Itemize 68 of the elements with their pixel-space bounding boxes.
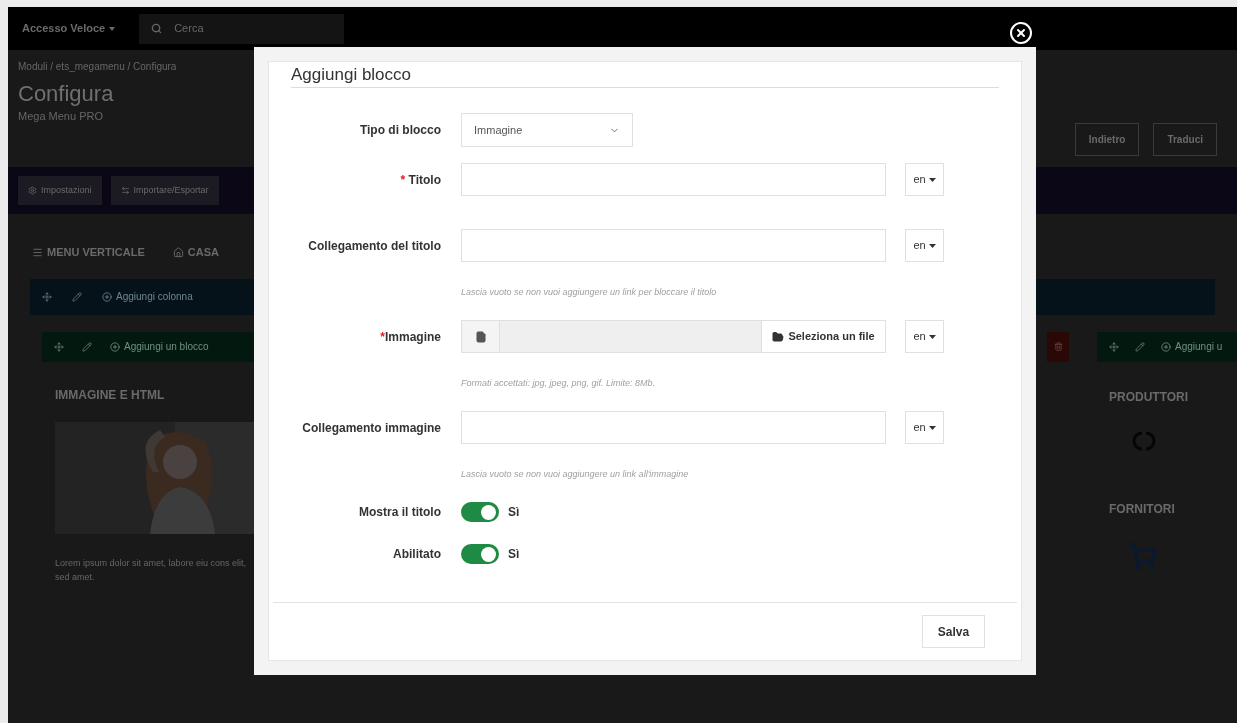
field-hint: Formati accettati: jpg, jpeg, png, gif. Limite: 8Mb.: [461, 378, 656, 388]
caret-icon: [109, 26, 116, 31]
language-dropdown[interactable]: en: [905, 229, 944, 262]
folder-icon: [772, 330, 785, 343]
text-field[interactable]: [461, 229, 886, 262]
language-dropdown[interactable]: en: [905, 411, 944, 444]
caret-icon: [928, 425, 936, 430]
block-title: PRODUTTORI: [1109, 389, 1189, 404]
block-text: Lorem ipsum dolor sit amet, labore eiu cons elit, sed amet.: [55, 556, 248, 584]
select-file-button[interactable]: Seleziona un file: [761, 321, 885, 352]
toolbar-button[interactable]: Importare/Esportar: [110, 176, 219, 205]
field-hint: Lascia vuoto se non vuoi aggiungere un link per bloccare il titolo: [461, 287, 717, 297]
language-dropdown[interactable]: en: [905, 320, 944, 353]
header-button[interactable]: Traduci: [1153, 123, 1217, 156]
quick-access-menu[interactable]: Accesso Veloce: [22, 20, 116, 37]
menu-icon: [32, 246, 43, 258]
cart-icon: [1129, 541, 1157, 570]
move-icon: [42, 291, 52, 302]
caret-icon: [928, 334, 936, 339]
field-label: * Titolo: [400, 172, 441, 187]
page-title: Configura: [18, 80, 115, 108]
field-hint: Lascia vuoto se non vuoi aggiungere un link all'immagine: [461, 469, 689, 479]
search-field[interactable]: Cerca: [139, 13, 345, 44]
page-subtitle: Mega Menu PRO: [18, 109, 104, 124]
modal-title: Aggiungi blocco: [291, 63, 412, 86]
header-button[interactable]: Indietro: [1074, 123, 1140, 156]
move-icon: [54, 341, 64, 352]
search-icon: [151, 23, 163, 34]
toggle-label: Sì: [508, 504, 520, 521]
home-icon: [172, 246, 184, 258]
add-block-button[interactable]: Aggiungi u: [1161, 339, 1223, 354]
field-label: Abilitato: [393, 547, 441, 561]
toolbar-button[interactable]: Impostazioni: [18, 176, 102, 205]
field-label: Tipo di blocco: [359, 123, 441, 137]
field-label: *Immagine: [380, 329, 441, 344]
arrows-icon: [120, 186, 130, 195]
menu-tab[interactable]: MENU VERTICALE: [32, 244, 145, 261]
trash-icon: [1053, 342, 1063, 351]
gear-icon: [28, 186, 37, 195]
add-block-button[interactable]: Aggiungi un blocco: [110, 339, 209, 354]
block-type-select[interactable]: Immagine: [461, 113, 633, 147]
pencil-icon: [82, 341, 92, 352]
text-field[interactable]: [461, 163, 886, 196]
plus-icon: [110, 341, 120, 352]
menu-tab[interactable]: CASA: [172, 244, 219, 261]
file-icon: [474, 330, 487, 343]
save-button[interactable]: Salva: [922, 615, 985, 648]
field-label: Mostra il titolo: [359, 505, 441, 519]
language-dropdown[interactable]: en: [905, 163, 944, 196]
field-label: Collegamento del titolo: [308, 238, 441, 253]
pencil-icon: [1135, 341, 1145, 352]
toggle-label: Sì: [508, 546, 520, 563]
pencil-icon: [72, 291, 82, 302]
add-column-button[interactable]: Aggiungi colonna: [102, 289, 193, 304]
block-title: FORNITORI: [1109, 501, 1175, 516]
breadcrumb: Moduli / ets_megamenu / Configura: [18, 60, 177, 74]
text-field[interactable]: [461, 411, 886, 444]
caret-icon: [928, 243, 936, 248]
toggle-switch[interactable]: [461, 502, 499, 522]
close-icon: [1015, 27, 1027, 39]
file-field[interactable]: Seleziona un file: [461, 320, 886, 353]
move-icon: [1109, 341, 1119, 352]
plus-icon: [1161, 341, 1171, 352]
plus-icon: [102, 291, 112, 302]
field-label: Collegamento immagine: [302, 420, 441, 435]
caret-icon: [928, 177, 936, 182]
toggle-switch[interactable]: [461, 544, 499, 564]
block-title: IMMAGINE E HTML: [55, 387, 165, 402]
